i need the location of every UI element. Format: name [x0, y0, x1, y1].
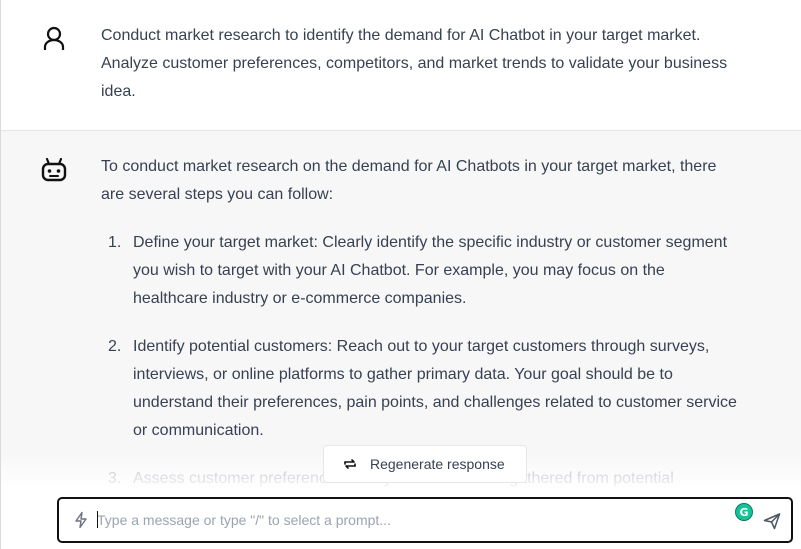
message-input[interactable] [97, 508, 717, 532]
user-icon [43, 26, 65, 50]
regenerate-response-button[interactable]: Regenerate response [323, 445, 527, 483]
step-number: 1. [108, 234, 122, 251]
message-composer: G [57, 497, 793, 543]
list-item: 2. Identify potential customers: Reach o… [108, 333, 741, 445]
step-number: 2. [108, 338, 122, 355]
list-item: 1. Define your target market: Clearly id… [108, 229, 741, 313]
chat-window: Conduct market research to identify the … [0, 0, 801, 549]
bolt-icon[interactable] [72, 511, 90, 529]
assistant-message: To conduct market research on the demand… [1, 131, 801, 549]
send-icon[interactable] [762, 511, 782, 531]
step-text: Identify potential customers: Reach out … [133, 338, 737, 439]
regenerate-label: Regenerate response [370, 456, 505, 472]
step-text: Define your target market: Clearly ident… [133, 234, 728, 307]
grammarly-icon[interactable]: G [735, 503, 753, 521]
robot-icon [41, 157, 67, 182]
step-number: 3. [108, 470, 122, 487]
refresh-icon [342, 456, 358, 472]
assistant-intro: To conduct market research on the demand… [101, 158, 717, 203]
text-caret [97, 511, 98, 528]
user-message-text: Conduct market research to identify the … [101, 27, 728, 100]
user-message: Conduct market research to identify the … [1, 0, 801, 131]
